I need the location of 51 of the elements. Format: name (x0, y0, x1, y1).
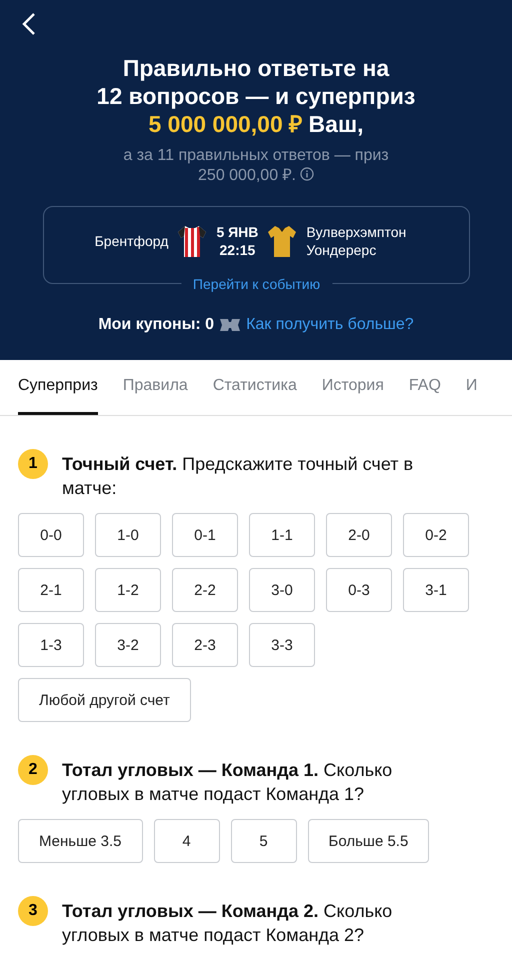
headline: Ваш, (308, 111, 364, 137)
answer-option[interactable]: Любой другой счет (18, 678, 191, 722)
tab[interactable]: Суперприз (18, 360, 98, 415)
question-number: 1 (18, 449, 48, 479)
coupons-count: Мои купоны: 0 (98, 316, 214, 334)
answer-option[interactable]: 0-0 (18, 513, 84, 557)
answer-option[interactable]: 1-3 (18, 623, 84, 667)
info-icon[interactable] (300, 167, 314, 181)
answer-option[interactable]: Меньше 3.5 (18, 819, 142, 863)
team-name: Брентфорд (94, 232, 168, 250)
subtitle: а за 11 правильных ответов — приз (123, 147, 389, 164)
answer-option[interactable]: 2-1 (18, 568, 84, 612)
answer-option[interactable]: Больше 5.5 (308, 819, 430, 863)
answer-option[interactable]: 2-2 (172, 568, 238, 612)
tab[interactable]: История (322, 360, 384, 415)
answer-option[interactable]: 4 (154, 819, 220, 863)
event-link[interactable]: Перейти к событию (180, 276, 332, 292)
match-date: 5 ЯНВ (216, 223, 258, 241)
answer-option[interactable]: 3-3 (249, 623, 315, 667)
headline: Правильно ответьте на (122, 54, 390, 82)
question-number: 3 (18, 896, 48, 926)
tab[interactable]: И (466, 360, 478, 415)
answer-option[interactable]: 3-0 (249, 568, 315, 612)
coupons-link[interactable]: Как получить больше? (246, 316, 414, 334)
answer-option[interactable]: 3-1 (403, 568, 469, 612)
question-text: Тотал угловых — Команда 1. Сколько угловых в матче подаст Команда 1? (62, 759, 394, 806)
match-time: 22:15 (218, 241, 256, 259)
question-text: Точный счет. Предскажите точный счет в матче: (62, 453, 414, 500)
tab[interactable]: FAQ (408, 360, 441, 415)
ticket-icon (220, 319, 240, 331)
jersey-icon (266, 224, 298, 258)
answer-option[interactable]: 2-3 (172, 623, 238, 667)
question-text: Тотал угловых — Команда 2. Сколько угловых в матче подаст Команда 2? (62, 900, 394, 947)
headline: 12 вопросов — и суперприз (96, 82, 416, 110)
prize-amount: 5 000 000,00 ₽ (148, 111, 302, 137)
answer-option[interactable]: 1-2 (95, 568, 161, 612)
answer-option[interactable]: 0-1 (172, 513, 238, 557)
answer-option[interactable]: 1-0 (95, 513, 161, 557)
answer-option[interactable]: 5 (230, 819, 296, 863)
tab[interactable]: Статистика (212, 360, 297, 415)
team-name: Вулверхэмптон Уондерерс (306, 223, 408, 259)
answer-option[interactable]: 3-2 (95, 623, 161, 667)
back-icon[interactable] (22, 12, 36, 36)
answer-option[interactable]: 0-2 (403, 513, 469, 557)
question-number: 2 (18, 755, 48, 785)
jersey-icon (176, 224, 208, 258)
answer-option[interactable]: 0-3 (326, 568, 392, 612)
subtitle: 250 000,00 ₽. (198, 167, 296, 184)
answer-option[interactable]: 2-0 (326, 513, 392, 557)
tab[interactable]: Правила (122, 360, 188, 415)
answer-option[interactable]: 1-1 (249, 513, 315, 557)
